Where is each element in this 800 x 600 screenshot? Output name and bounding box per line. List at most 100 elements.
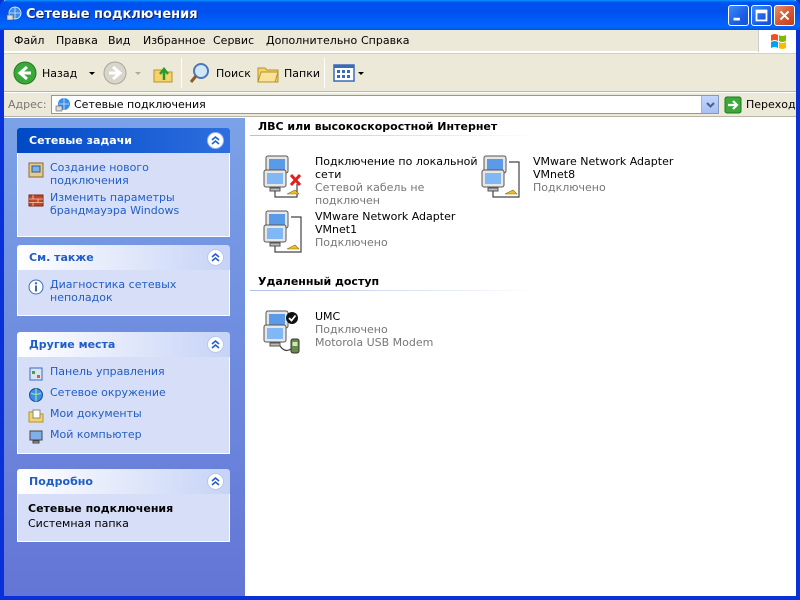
place-my-computer[interactable]: Мой компьютер [28,428,221,445]
other-places-title: Другие места [29,338,116,351]
back-button[interactable]: Назад [12,58,97,88]
windows-flag-icon [771,34,786,49]
chevron-up-icon [211,135,220,145]
see-also-header[interactable]: См. также [17,245,230,270]
place-network-neighborhood[interactable]: Сетевое окружение [28,386,221,403]
my-documents-icon [28,409,44,423]
firewall-icon [28,194,44,207]
connection-name: VMware Network Adapter [315,210,456,223]
address-input[interactable]: Сетевые подключения [51,95,719,114]
chevron-up-icon [211,339,220,349]
views-icon [333,64,355,82]
chevron-up-icon [211,476,220,486]
go-arrow-icon [724,96,742,113]
menu-help[interactable]: Справка [361,34,409,47]
search-label: Поиск [216,66,251,80]
other-places-box: Другие места Панель управления Сетевое о… [17,332,230,454]
menu-view[interactable]: Вид [108,34,130,47]
connection-name: сети [315,168,342,181]
see-also-box: См. также Диагностика сетевых неполадок [17,245,230,316]
connection-vmnet8[interactable]: VMware Network Adapter VMnet8 Подключено [479,154,699,202]
menu-tools[interactable]: Сервис [213,34,254,47]
title-bar[interactable]: Сетевые подключения [0,0,800,30]
collapse-button[interactable] [207,473,224,490]
connection-status: Подключено [533,181,606,194]
search-icon [189,63,209,83]
connection-vmnet1[interactable]: VMware Network Adapter VMnet1 Подключено [261,209,481,257]
connection-name: VMnet8 [533,168,576,181]
other-places-body: Панель управления Сетевое окружение Мои … [17,357,230,454]
place-control-panel-label: Панель управления [50,365,165,378]
dialup-group-title: Удаленный доступ [258,275,380,288]
forward-button[interactable] [102,58,143,88]
task-firewall-settings[interactable]: Изменить параметры брандмауэра Windows [28,191,221,217]
menu-file[interactable]: Файл [14,34,44,47]
chevron-up-icon [211,252,220,262]
network-connections-icon [6,6,22,21]
network-tasks-box: Сетевые задачи Создание нового подключен… [17,128,230,237]
menu-edit[interactable]: Правка [56,34,98,47]
connection-local-area[interactable]: Подключение по локальной сети Сетевой ка… [261,154,481,207]
group-divider [250,135,540,136]
chevron-down-icon[interactable] [133,68,143,78]
collapse-button[interactable] [207,249,224,266]
other-places-header[interactable]: Другие места [17,332,230,357]
toolbar-separator [181,58,182,88]
chevron-down-icon[interactable] [357,68,365,78]
connection-status: Подключено [315,323,388,336]
menu-favorites[interactable]: Избранное [143,34,205,47]
address-label: Адрес: [8,98,47,111]
menu-bar: Файл Правка Вид Избранное Сервис Дополни… [4,30,796,52]
modem-connection-icon [263,310,300,354]
back-arrow-icon [13,61,37,85]
network-tasks-title: Сетевые задачи [29,134,132,147]
place-my-documents[interactable]: Мои документы [28,407,221,424]
views-button[interactable] [332,58,365,88]
see-also-body: Диагностика сетевых неполадок [17,270,230,316]
search-button[interactable]: Поиск [188,58,251,88]
address-value: Сетевые подключения [74,98,206,111]
details-name: Сетевые подключения [28,502,174,515]
task-create-connection[interactable]: Создание нового подключения [28,161,221,187]
connection-vmnet1-text: VMware Network Adapter VMnet1 Подключено [315,210,455,249]
details-title: Подробно [29,475,93,488]
close-button[interactable] [774,5,795,26]
details-box: Подробно Сетевые подключения Системная п… [17,469,230,542]
up-folder-button[interactable] [151,58,175,88]
connection-name: UMC [315,310,341,323]
connection-device: Motorola USB Modem [315,336,434,349]
maximize-button[interactable] [751,5,772,26]
forward-arrow-icon [103,61,127,85]
go-button[interactable]: Переход [724,95,796,114]
details-type: Системная папка [28,517,129,530]
address-dropdown-button[interactable] [701,96,718,113]
task-diagnostics[interactable]: Диагностика сетевых неполадок [28,278,221,304]
network-disconnected-icon [263,155,302,198]
minimize-button[interactable] [728,5,749,26]
place-network-neighborhood-label: Сетевое окружение [50,386,166,399]
my-computer-icon [29,430,43,444]
toolbar-separator [324,58,325,88]
menu-advanced[interactable]: Дополнительно [266,34,357,47]
connection-name: VMware Network Adapter [533,155,674,168]
toolbar: Назад Поиск Папки [4,53,796,92]
connection-vmnet8-text: VMware Network Adapter VMnet8 Подключено [533,155,673,194]
collapse-button[interactable] [207,336,224,353]
place-my-documents-label: Мои документы [50,407,142,420]
network-tasks-header[interactable]: Сетевые задачи [17,128,230,153]
details-body: Сетевые подключения Системная папка [17,494,230,542]
details-header[interactable]: Подробно [17,469,230,494]
folders-button[interactable]: Папки [256,58,320,88]
connection-umc[interactable]: UMC Подключено Motorola USB Modem [261,309,481,357]
chevron-down-icon [706,102,715,108]
folders-icon [257,67,279,83]
collapse-button[interactable] [207,132,224,149]
control-panel-icon [29,367,43,381]
maximize-icon [755,9,768,22]
task-pane: Сетевые задачи Создание нового подключен… [4,118,245,596]
explorer-window: Сетевые подключения Файл Правка Вид Избр… [0,0,800,600]
connection-umc-text: UMC Подключено Motorola USB Modem [315,310,433,349]
place-control-panel[interactable]: Панель управления [28,365,221,382]
chevron-down-icon[interactable] [87,68,97,78]
folders-label: Папки [284,66,320,80]
